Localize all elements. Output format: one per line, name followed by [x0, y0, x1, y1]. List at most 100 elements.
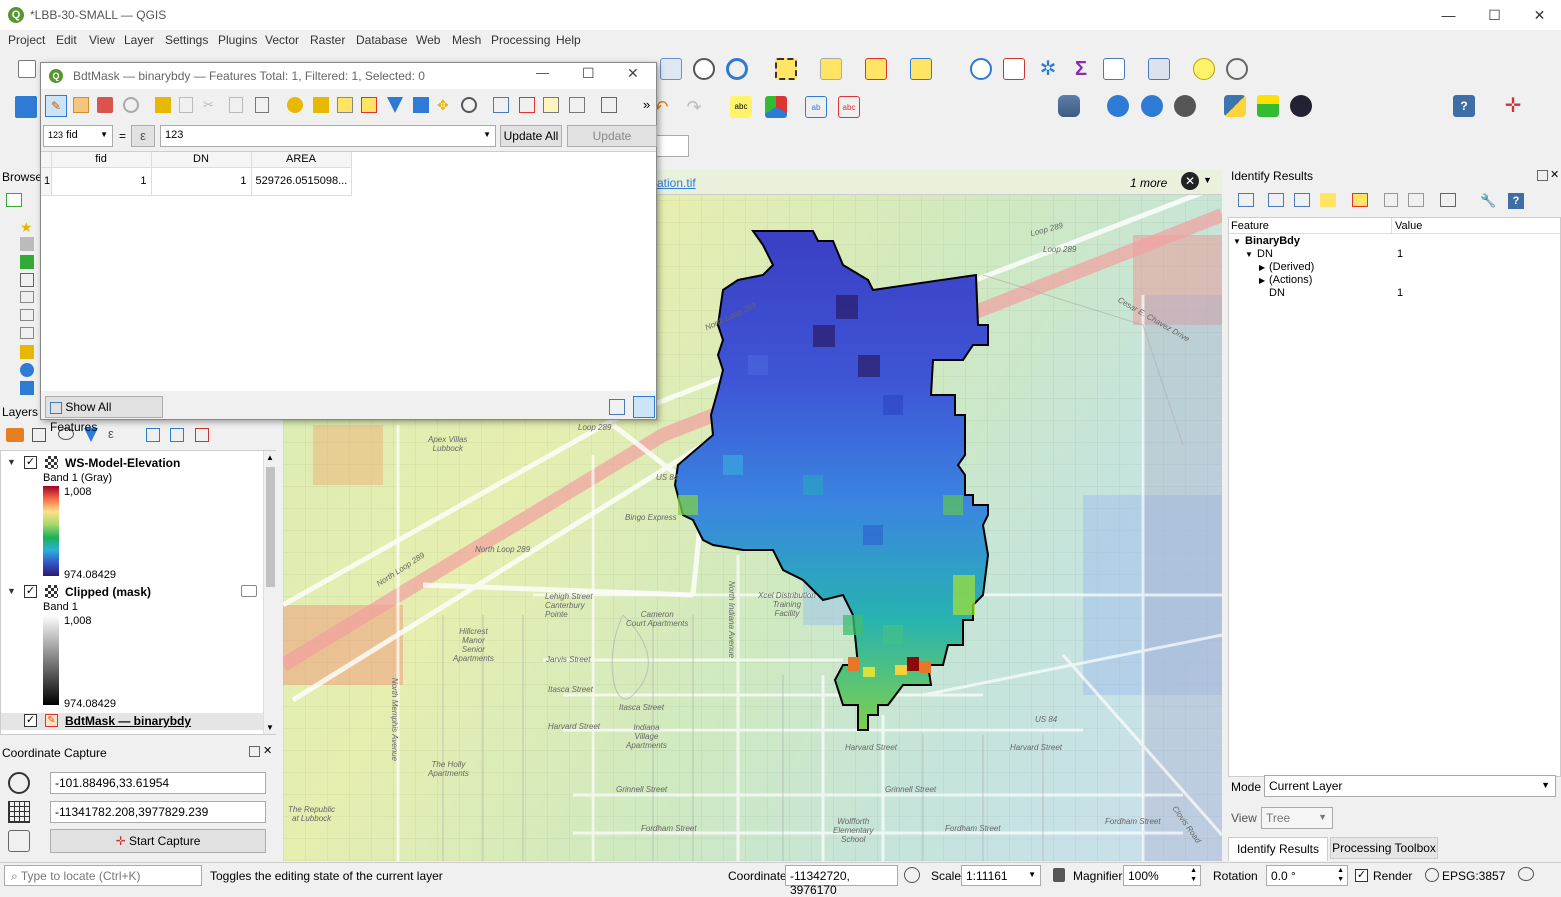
identify-mode-icon[interactable]: [1440, 193, 1456, 207]
terrain-icon[interactable]: [1257, 95, 1279, 117]
menu-database[interactable]: Database: [356, 33, 407, 47]
projected-coordinate-field[interactable]: -11341782.208,3977829.239: [50, 801, 266, 823]
minimize-button[interactable]: —: [1426, 2, 1471, 28]
measure-icon[interactable]: [1148, 58, 1170, 80]
float-panel-icon[interactable]: [1537, 170, 1548, 181]
layer-name[interactable]: WS-Model-Elevation: [65, 456, 180, 470]
menu-help[interactable]: Help: [556, 33, 581, 47]
settings-wrench-icon[interactable]: 🔧: [1480, 193, 1496, 208]
pin-label-icon[interactable]: ab: [805, 96, 827, 118]
pan-to-selection-icon[interactable]: ✥: [437, 97, 453, 113]
identify-layer-name[interactable]: BinaryBdy: [1245, 235, 1300, 247]
scale-select[interactable]: 1:11161 ▼: [961, 865, 1041, 886]
feature-column-header[interactable]: Feature: [1231, 220, 1269, 232]
python-icon[interactable]: [1224, 95, 1246, 117]
cut-icon[interactable]: ✂: [203, 97, 214, 113]
help-icon[interactable]: ?: [1453, 95, 1475, 117]
new-field-icon[interactable]: [493, 97, 509, 113]
delete-feature-icon[interactable]: [179, 97, 193, 113]
value-column-header[interactable]: Value: [1395, 220, 1422, 232]
expression-input[interactable]: 123 ▼: [160, 125, 496, 147]
map-tips-icon[interactable]: [660, 58, 682, 80]
menu-edit[interactable]: Edit: [56, 33, 77, 47]
form-view-icon[interactable]: [609, 399, 625, 415]
messages-icon[interactable]: [1518, 867, 1534, 881]
label-abc-icon[interactable]: abc: [730, 96, 752, 118]
expand-arrow-icon[interactable]: ▼: [7, 457, 16, 467]
actions-node[interactable]: (Actions): [1269, 274, 1312, 286]
diagram-icon[interactable]: [765, 96, 787, 118]
close-panel-icon[interactable]: ✕: [263, 744, 272, 757]
collapse-all-icon[interactable]: [170, 428, 184, 442]
close-panel-icon[interactable]: ✕: [1550, 168, 1559, 181]
clear-results-icon[interactable]: [1352, 193, 1368, 207]
table-row[interactable]: 1 1 1 529726.0515098...: [41, 167, 352, 196]
expand-tree-icon[interactable]: [1238, 193, 1254, 207]
gear-icon[interactable]: ✲: [1037, 58, 1059, 80]
deselect-all-icon[interactable]: [361, 97, 377, 113]
layers-scrollbar[interactable]: ▲ ▼: [263, 451, 276, 734]
toggle-editing-icon[interactable]: ✎: [45, 95, 67, 117]
close-button[interactable]: ✕: [1517, 2, 1561, 28]
home-folder-icon[interactable]: [20, 237, 34, 251]
crs-globe-icon[interactable]: [1425, 868, 1439, 882]
globe-icon[interactable]: [1107, 95, 1129, 117]
layer-visibility-checkbox[interactable]: ✓: [24, 585, 37, 598]
mode-select[interactable]: Current Layer ▼: [1264, 775, 1556, 797]
scroll-down-icon[interactable]: ▼: [266, 723, 274, 732]
rotation-spinbox[interactable]: 0.0 ° ▲ ▼: [1266, 865, 1348, 886]
cell-area[interactable]: 529726.0515098...: [251, 167, 352, 196]
selected-layer-row[interactable]: ✓ ✎ BdtMask — binarybdy: [1, 713, 263, 730]
print-icon[interactable]: [1408, 193, 1424, 207]
view-select[interactable]: Tree ▼: [1261, 807, 1333, 829]
help-icon[interactable]: ?: [1508, 193, 1524, 209]
column-header[interactable]: fid: [51, 152, 152, 168]
deselect-icon[interactable]: [865, 58, 887, 80]
folder-icon[interactable]: [20, 291, 34, 303]
scroll-up-icon[interactable]: ▲: [266, 453, 274, 462]
locator-fragment-input[interactable]: [655, 135, 689, 157]
folder-icon-3[interactable]: [20, 327, 34, 339]
table-view-icon[interactable]: [633, 396, 655, 418]
track-mouse-icon[interactable]: [8, 830, 30, 852]
invert-selection-icon[interactable]: [337, 97, 353, 113]
globe-dark-icon[interactable]: [1174, 95, 1196, 117]
select-all-icon[interactable]: [313, 97, 329, 113]
statistics-sigma-icon[interactable]: Σ: [1070, 58, 1092, 80]
attribute-table-icon[interactable]: [1103, 58, 1125, 80]
remove-layer-icon[interactable]: [195, 428, 209, 442]
project-home-icon[interactable]: [20, 255, 34, 269]
scroll-thumb[interactable]: [266, 467, 275, 587]
collapse-arrow-icon[interactable]: ▶: [1259, 263, 1265, 272]
menu-web[interactable]: Web: [416, 33, 440, 47]
add-selected-icon[interactable]: [6, 193, 22, 207]
redo-icon[interactable]: ↷: [683, 96, 705, 118]
layer-indicator-icon[interactable]: [241, 585, 257, 597]
crs-button[interactable]: EPSG:3857: [1442, 869, 1505, 883]
drive-icon[interactable]: [20, 273, 34, 287]
add-group-icon[interactable]: [32, 428, 46, 442]
column-header[interactable]: AREA: [251, 152, 352, 168]
lock-scale-icon[interactable]: [1053, 868, 1065, 882]
field-select[interactable]: 123 fid ▼: [43, 125, 113, 147]
maximize-button[interactable]: ☐: [1472, 2, 1517, 28]
data-source-manager-icon[interactable]: [15, 96, 37, 118]
show-label-icon[interactable]: abc: [838, 96, 860, 118]
style-manager-icon[interactable]: [6, 428, 24, 442]
menu-project[interactable]: Project: [8, 33, 45, 47]
crosshair-icon[interactable]: ✛: [1502, 95, 1524, 117]
earth-icon[interactable]: [1290, 95, 1312, 117]
tab-identify-results[interactable]: Identify Results: [1228, 837, 1328, 861]
crs-grid-icon[interactable]: [8, 801, 30, 823]
globe-search-icon[interactable]: [1141, 95, 1163, 117]
show-features-filter-button[interactable]: Show All Features: [45, 396, 163, 434]
dock-table-icon[interactable]: [601, 97, 617, 113]
layer-name[interactable]: BdtMask — binarybdy: [65, 714, 191, 728]
zoom-tool-icon[interactable]: [1226, 58, 1248, 80]
new-project-icon[interactable]: [18, 60, 36, 78]
copy-icon[interactable]: [229, 97, 243, 113]
dialog-maximize-button[interactable]: ☐: [582, 65, 595, 82]
save-edits-icon[interactable]: [97, 97, 113, 113]
select-by-value-icon[interactable]: [820, 58, 842, 80]
paste-icon[interactable]: [255, 97, 269, 113]
